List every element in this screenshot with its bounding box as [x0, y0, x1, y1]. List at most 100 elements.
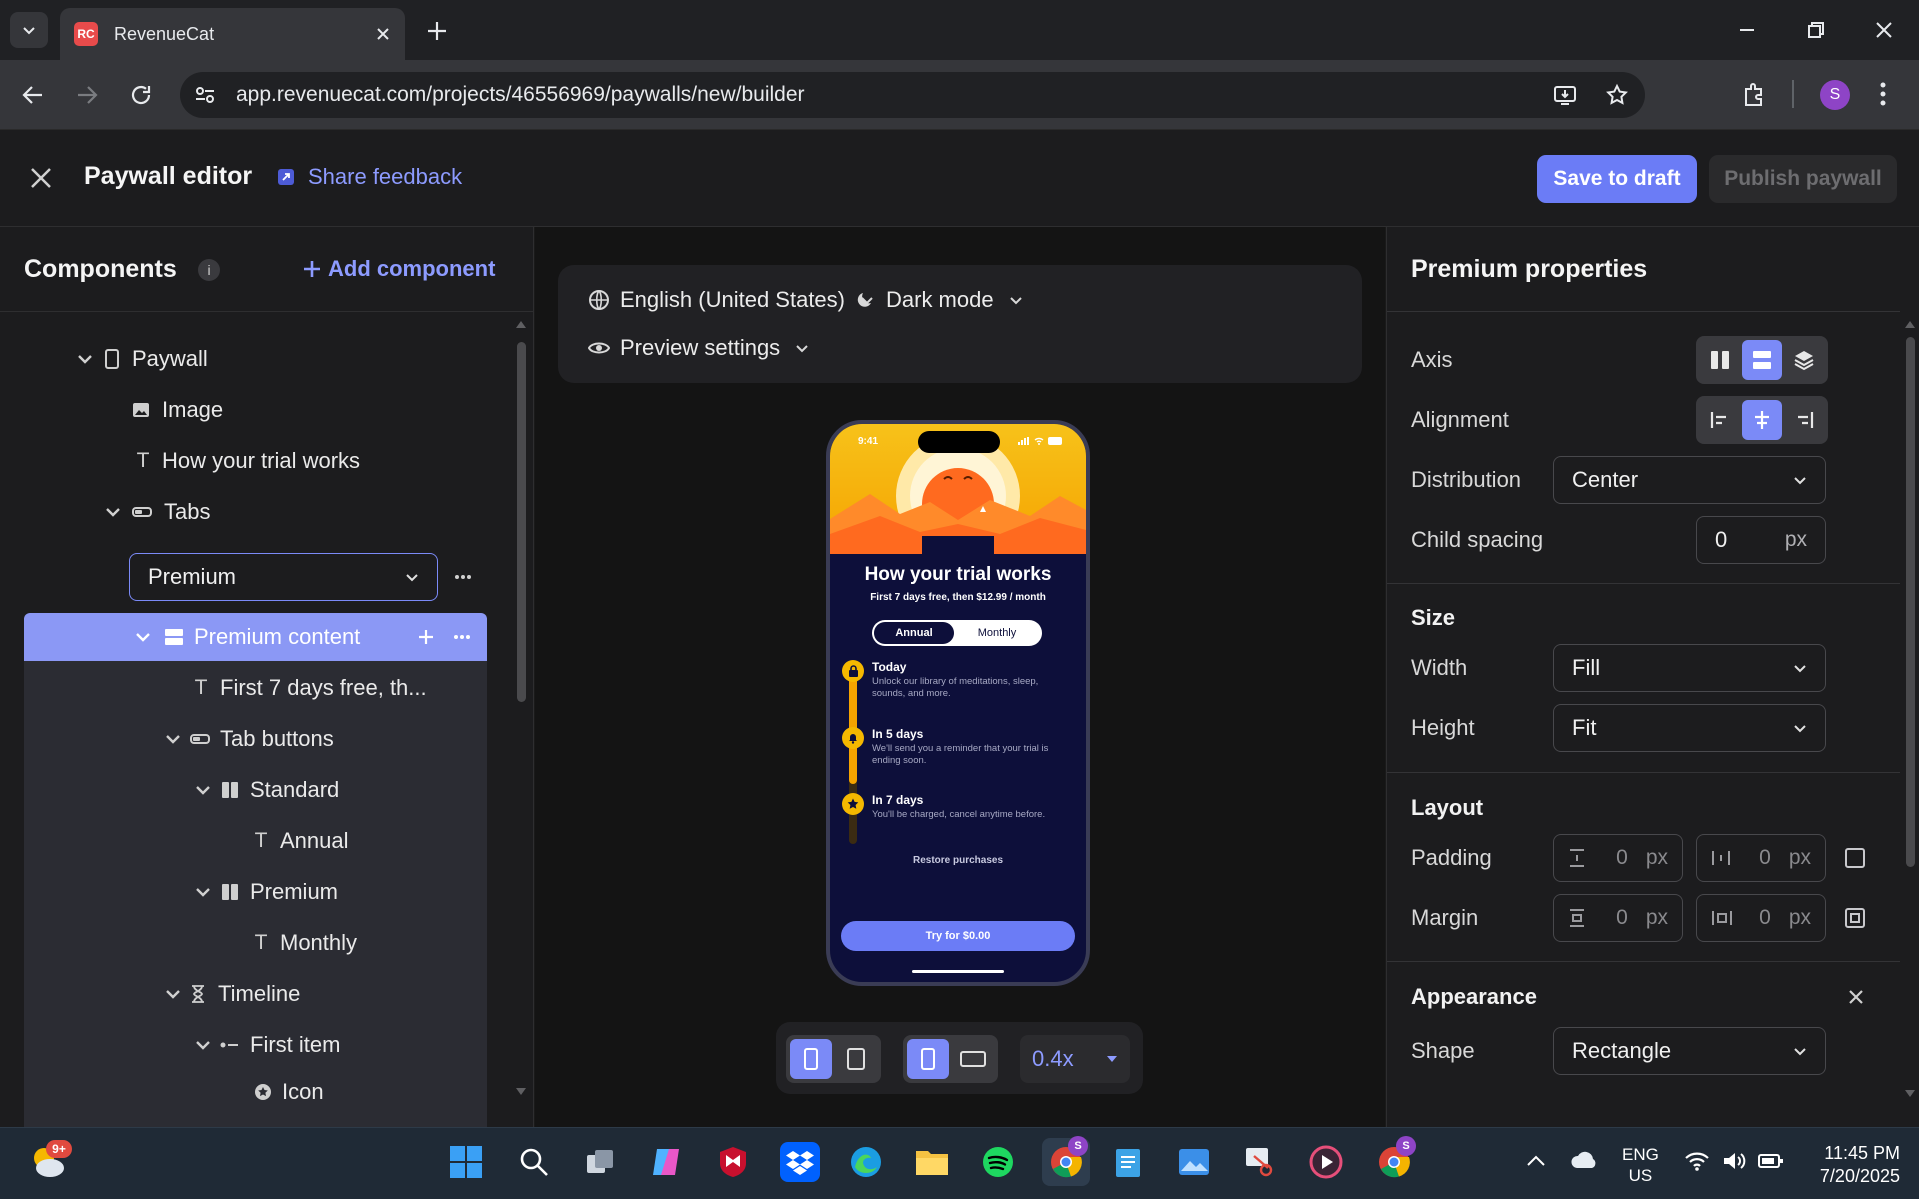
right-scrollbar-thumb[interactable]	[1906, 337, 1915, 867]
preview-settings-dropdown[interactable]: Preview settings	[588, 335, 810, 361]
search-button[interactable]	[514, 1142, 554, 1182]
copilot-app[interactable]	[646, 1142, 686, 1182]
tree-item-timeline[interactable]: Timeline	[24, 970, 487, 1018]
bookmark-star-icon[interactable]	[1605, 83, 1629, 107]
forward-button[interactable]	[74, 82, 100, 108]
height-select[interactable]: Fit	[1553, 704, 1826, 752]
tablet-device-button[interactable]	[836, 1039, 878, 1079]
padding-vertical-input[interactable]: 0 px	[1553, 834, 1683, 882]
plus-icon[interactable]	[417, 628, 435, 646]
minimize-button[interactable]	[1737, 20, 1757, 40]
ellipsis-icon[interactable]	[453, 634, 471, 640]
try-free-button[interactable]: Try for $0.00	[841, 921, 1075, 951]
edge-app[interactable]	[846, 1142, 886, 1182]
tree-item-text-monthly[interactable]: T Monthly	[24, 919, 487, 967]
media-player-app[interactable]	[1306, 1142, 1346, 1182]
share-feedback-link[interactable]: Share feedback	[276, 164, 462, 190]
tree-item-text-heading[interactable]: T How your trial works	[24, 437, 487, 485]
clock[interactable]: 11:45 PM 7/20/2025	[1790, 1142, 1900, 1189]
scroll-down-arrow[interactable]	[1904, 1089, 1916, 1099]
tree-item-paywall[interactable]: Paywall	[24, 335, 487, 383]
distribution-select[interactable]: Center	[1553, 456, 1826, 504]
tree-item-standard[interactable]: Standard	[24, 766, 487, 814]
info-icon[interactable]: i	[198, 259, 220, 281]
dropbox-app[interactable]	[780, 1142, 820, 1182]
profile-avatar[interactable]: S	[1820, 80, 1850, 110]
start-button[interactable]	[446, 1142, 486, 1182]
scroll-down-arrow[interactable]	[515, 1087, 527, 1099]
tree-item-premium[interactable]: Premium	[24, 868, 487, 916]
publish-paywall-button[interactable]: Publish paywall	[1709, 155, 1897, 203]
tree-item-tabs[interactable]: Tabs	[24, 488, 487, 536]
tree-item-image[interactable]: Image	[24, 386, 487, 434]
chevron-down-icon[interactable]	[194, 1036, 212, 1054]
tree-item-tab-buttons[interactable]: Tab buttons	[24, 715, 487, 763]
photos-app[interactable]	[1174, 1142, 1214, 1182]
phone-tab-monthly[interactable]: Monthly	[954, 627, 1040, 639]
portrait-button[interactable]	[907, 1039, 949, 1079]
reload-button[interactable]	[128, 82, 154, 108]
axis-zstack-button[interactable]	[1784, 340, 1824, 380]
show-hidden-icons-button[interactable]	[1526, 1154, 1546, 1168]
tree-item-text-subtitle[interactable]: T First 7 days free, th...	[24, 664, 487, 712]
add-component-button[interactable]: Add component	[302, 256, 495, 282]
remove-appearance-button[interactable]	[1847, 988, 1865, 1006]
theme-mode-dropdown[interactable]: Dark mode	[856, 287, 1024, 313]
save-to-draft-button[interactable]: Save to draft	[1537, 155, 1697, 203]
close-window-button[interactable]	[1874, 20, 1894, 40]
chevron-down-icon[interactable]	[164, 730, 182, 748]
restore-purchases-link[interactable]: Restore purchases	[830, 855, 1086, 866]
scroll-up-arrow[interactable]	[1904, 319, 1916, 329]
phone-device-button[interactable]	[790, 1039, 832, 1079]
browser-tab[interactable]: RC RevenueCat	[60, 8, 405, 60]
axis-vertical-button[interactable]	[1742, 340, 1782, 380]
align-right-button[interactable]	[1784, 400, 1824, 440]
close-editor-button[interactable]	[28, 165, 54, 191]
file-explorer-app[interactable]	[912, 1142, 952, 1182]
padding-expand-button[interactable]	[1843, 846, 1867, 870]
tree-item-first-item[interactable]: First item	[24, 1021, 487, 1069]
landscape-button[interactable]	[953, 1039, 995, 1079]
back-button[interactable]	[20, 82, 46, 108]
language-dropdown[interactable]: English (United States)	[588, 287, 875, 313]
chevron-down-icon[interactable]	[194, 883, 212, 901]
chevron-down-icon[interactable]	[164, 985, 182, 1003]
chevron-down-icon[interactable]	[134, 628, 152, 646]
quick-settings-button[interactable]	[1684, 1150, 1784, 1172]
chevron-down-icon[interactable]	[104, 503, 122, 521]
weather-widget[interactable]: 9+	[28, 1140, 72, 1182]
phone-tab-annual[interactable]: Annual	[874, 622, 954, 644]
mcafee-app[interactable]	[713, 1142, 753, 1182]
snipping-tool-app[interactable]	[1240, 1142, 1280, 1182]
chevron-down-icon[interactable]	[194, 781, 212, 799]
width-select[interactable]: Fill	[1553, 644, 1826, 692]
close-tab-icon[interactable]	[375, 26, 391, 42]
margin-vertical-input[interactable]: 0 px	[1553, 894, 1683, 942]
tab-more-button[interactable]	[454, 574, 472, 580]
tree-item-icon[interactable]: Icon	[24, 1072, 487, 1112]
spotify-app[interactable]	[978, 1142, 1018, 1182]
task-view-button[interactable]	[580, 1142, 620, 1182]
site-settings-icon[interactable]	[194, 84, 216, 106]
extensions-button[interactable]	[1741, 81, 1769, 109]
tree-item-premium-content[interactable]: Premium content	[24, 613, 487, 661]
child-spacing-input[interactable]: 0 px	[1696, 516, 1826, 564]
chrome-app-secondary[interactable]: S	[1374, 1136, 1416, 1182]
margin-horizontal-input[interactable]: 0 px	[1696, 894, 1826, 942]
onedrive-tray-icon[interactable]	[1570, 1150, 1598, 1170]
scroll-up-arrow[interactable]	[515, 319, 527, 331]
input-language-indicator[interactable]: ENG US	[1622, 1144, 1659, 1187]
tab-select-dropdown[interactable]: Premium	[129, 553, 438, 601]
tree-item-text-annual[interactable]: T Annual	[24, 817, 487, 865]
notepad-app[interactable]	[1108, 1142, 1148, 1182]
chevron-down-icon[interactable]	[76, 350, 94, 368]
axis-horizontal-button[interactable]	[1700, 340, 1740, 380]
left-scrollbar-thumb[interactable]	[517, 342, 526, 702]
shape-select[interactable]: Rectangle	[1553, 1027, 1826, 1075]
address-bar[interactable]: app.revenuecat.com/projects/46556969/pay…	[180, 72, 1645, 118]
align-left-button[interactable]	[1700, 400, 1740, 440]
align-center-button[interactable]	[1742, 400, 1782, 440]
install-app-icon[interactable]	[1553, 83, 1577, 107]
restore-button[interactable]	[1806, 20, 1826, 40]
padding-horizontal-input[interactable]: 0 px	[1696, 834, 1826, 882]
